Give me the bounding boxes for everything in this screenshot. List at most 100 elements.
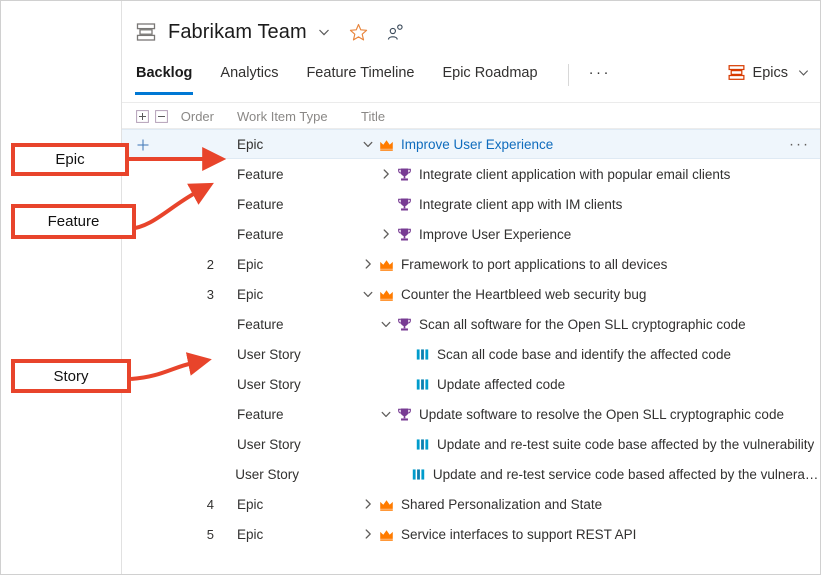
table-row[interactable]: User Story Update and re-test service cod… [122,459,821,489]
crown-icon [379,257,394,272]
backlog-levels-icon [728,64,745,81]
table-row[interactable]: User Story Update and re-test suite code … [122,429,821,459]
tab-epic-roadmap[interactable]: Epic Roadmap [442,63,537,95]
chevron-down-icon[interactable] [379,407,393,421]
row-work-item-type: Epic [226,287,341,302]
table-row[interactable]: User StoryUpdate affected code [122,369,821,399]
row-order: 5 [174,527,226,542]
expand-collapse-controls [122,110,174,123]
row-title[interactable]: Scan all software for the Open SLL crypt… [419,317,746,332]
team-name[interactable]: Fabrikam Team [168,21,307,44]
story-icon [415,437,430,452]
row-work-item-type: Feature [226,227,341,242]
row-title-cell: Improve User Experience [341,137,821,152]
chevron-right-icon[interactable] [361,527,375,541]
table-row[interactable]: 5EpicService interfaces to support REST … [122,519,821,549]
table-row[interactable]: 4Epic Shared Personalization and State [122,489,821,519]
row-title[interactable]: Counter the Heartbleed web security bug [401,287,646,302]
row-title[interactable]: Integrate client application with popula… [419,167,730,182]
backlog-app: Fabrikam Team Backlog [122,1,821,575]
add-person-icon[interactable] [386,23,405,42]
table-row[interactable]: Epic Improve User Experience ··· [122,129,821,159]
row-context-menu-button[interactable]: ··· [789,136,810,153]
tab-feature-timeline[interactable]: Feature Timeline [306,63,414,95]
row-work-item-type: Feature [226,407,341,422]
row-work-item-type: Feature [226,197,341,212]
column-header-order[interactable]: Order [174,109,226,124]
row-title[interactable]: Update affected code [437,377,565,392]
chevron-down-icon[interactable] [361,287,375,301]
row-title-cell: Service interfaces to support REST API [341,527,821,542]
row-work-item-type: User Story [224,467,337,482]
row-control-cell [122,138,174,151]
table-row[interactable]: Feature Integrate client app with IM clie… [122,189,821,219]
row-title[interactable]: Update and re-test service code based af… [433,467,821,482]
row-title-cell: Update software to resolve the Open SLL … [341,407,821,422]
row-title-cell: Framework to port applications to all de… [341,257,821,272]
row-title[interactable]: Integrate client app with IM clients [419,197,622,212]
row-title-cell: Improve User Experience [341,227,821,242]
chevron-right-icon[interactable] [379,227,393,241]
chevron-down-icon[interactable] [317,25,331,39]
row-title-cell: Counter the Heartbleed web security bug [341,287,821,302]
table-row[interactable]: Feature Scan all software for the Open SL… [122,309,821,339]
row-work-item-type: User Story [226,347,341,362]
story-icon [415,347,430,362]
column-header-title[interactable]: Title [341,109,821,124]
row-title-cell: Shared Personalization and State [341,497,821,512]
table-row[interactable]: Feature Improve User Experience [122,219,821,249]
backlog-level-label: Epics [753,65,788,81]
grid-rows: Epic Improve User Experience ··· Feature Int… [122,129,821,549]
row-title[interactable]: Service interfaces to support REST API [401,527,636,542]
add-item-icon[interactable] [136,138,149,151]
app-window: Fabrikam Team Backlog [0,0,821,575]
table-row[interactable]: Feature Integrate client application with… [122,159,821,189]
tab-analytics[interactable]: Analytics [220,63,278,95]
chevron-down-icon[interactable] [361,137,375,151]
row-title-cell: Update and re-test service code based af… [337,467,821,482]
row-title-cell: Integrate client application with popula… [341,167,821,182]
column-header-work-item-type[interactable]: Work Item Type [226,109,341,124]
row-title[interactable]: Framework to port applications to all de… [401,257,667,272]
row-title[interactable]: Update software to resolve the Open SLL … [419,407,784,422]
trophy-icon [397,317,412,332]
row-title[interactable]: Update and re-test suite code base affec… [437,437,814,452]
tab-bar: Backlog Analytics Feature Timeline Epic … [122,63,821,103]
team-header: Fabrikam Team [122,1,821,63]
trophy-icon [397,167,412,182]
table-row[interactable]: User Story Scan all code base and identif… [122,339,821,369]
chevron-right-icon[interactable] [379,167,393,181]
table-row[interactable]: 2EpicFramework to port applications to a… [122,249,821,279]
row-work-item-type: Epic [226,497,341,512]
chevron-right-icon[interactable] [361,257,375,271]
chevron-down-icon[interactable] [379,317,393,331]
row-work-item-type: Feature [226,317,341,332]
backlog-level-picker[interactable]: Epics [728,63,821,81]
row-work-item-type: Epic [226,137,341,152]
row-work-item-type: Feature [226,167,341,182]
grid-header-row: Order Work Item Type Title [122,103,821,129]
row-work-item-type: User Story [226,437,341,452]
row-order: 4 [174,497,226,512]
tab-backlog[interactable]: Backlog [136,63,192,95]
table-row[interactable]: 3EpicCounter the Heartbleed web security… [122,279,821,309]
row-title[interactable]: Improve User Experience [401,137,553,152]
row-order: 2 [174,257,226,272]
trophy-icon [397,407,412,422]
chevron-right-icon[interactable] [361,497,375,511]
collapse-all-icon[interactable] [155,110,168,123]
table-row[interactable]: Feature Update software to resolve the Op… [122,399,821,429]
star-icon[interactable] [349,23,368,42]
chevron-down-icon [797,66,810,79]
row-title[interactable]: Scan all code base and identify the affe… [437,347,731,362]
more-tabs-button[interactable]: ··· [589,63,612,81]
row-title[interactable]: Shared Personalization and State [401,497,602,512]
story-icon [411,467,426,482]
row-title-cell: Update affected code [341,377,821,392]
backlog-levels-icon [136,22,156,42]
crown-icon [379,137,394,152]
row-title[interactable]: Improve User Experience [419,227,571,242]
expand-all-icon[interactable] [136,110,149,123]
crown-icon [379,287,394,302]
row-title-cell: Scan all software for the Open SLL crypt… [341,317,821,332]
